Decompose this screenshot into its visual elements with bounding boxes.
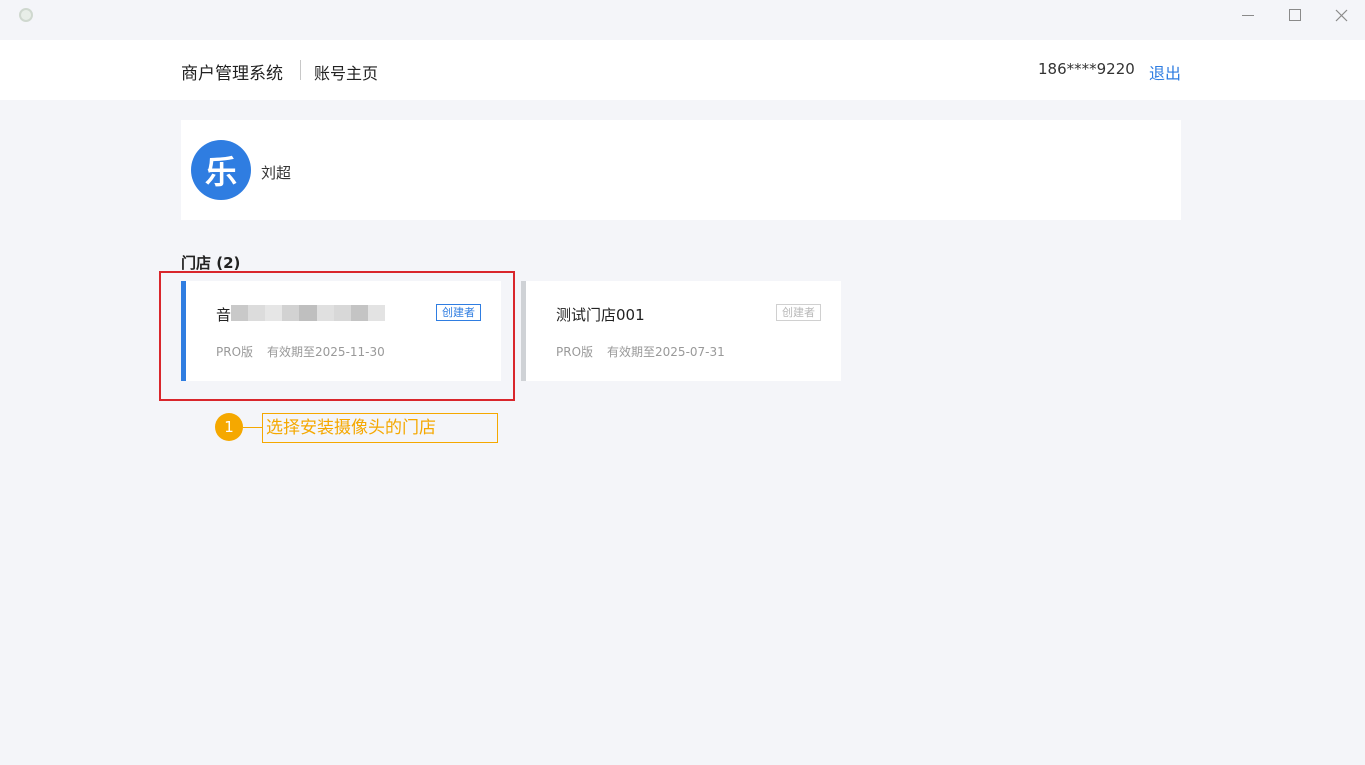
store-card-1[interactable]: 音 创建者 PRO版 有效期至2025-11-30 [181, 281, 501, 381]
store-expire: 有效期至2025-07-31 [607, 345, 725, 359]
store-card-accent [521, 281, 526, 381]
close-button[interactable] [1321, 2, 1361, 28]
redacted-store-name [231, 305, 385, 321]
window-titlebar [0, 0, 1365, 32]
minimize-button[interactable] [1228, 2, 1268, 28]
store-name: 测试门店001 [556, 306, 645, 324]
user-phone: 186****9220 [1038, 60, 1135, 78]
brand-title: 商户管理系统 [181, 64, 283, 84]
annotation-connector [243, 427, 262, 428]
store-name: 音 [216, 306, 232, 324]
store-plan: PRO版 [556, 345, 594, 359]
close-icon [1335, 9, 1347, 21]
page-title: 账号主页 [314, 64, 379, 83]
store-plan: PRO版 [216, 345, 254, 359]
avatar: 乐 [191, 140, 251, 200]
store-meta: PRO版 有效期至2025-11-30 [216, 343, 385, 360]
header-divider [300, 60, 301, 80]
store-card-2[interactable]: 测试门店001 创建者 PRO版 有效期至2025-07-31 [521, 281, 841, 381]
step-number-badge: 1 [215, 413, 243, 441]
annotation-label: 选择安装摄像头的门店 [262, 413, 498, 443]
store-card-accent [181, 281, 186, 381]
minimize-icon [1242, 14, 1254, 16]
app-icon [19, 8, 33, 22]
creator-badge: 创建者 [436, 304, 481, 321]
stores-section-title: 门店 (2) [181, 254, 241, 272]
maximize-icon [1289, 9, 1301, 21]
top-header: 商户管理系统 账号主页 186****9220 退出 [0, 40, 1365, 100]
logout-link[interactable]: 退出 [1149, 60, 1181, 84]
store-expire: 有效期至2025-11-30 [267, 345, 385, 359]
store-meta: PRO版 有效期至2025-07-31 [556, 343, 725, 360]
profile-card: 乐 刘超 [181, 120, 1181, 220]
creator-badge: 创建者 [776, 304, 821, 321]
maximize-button[interactable] [1275, 2, 1315, 28]
user-name: 刘超 [261, 164, 292, 182]
